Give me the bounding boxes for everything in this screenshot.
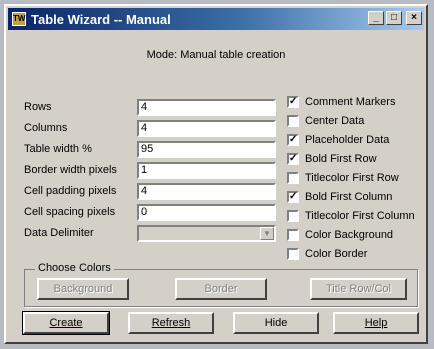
checkbox-box[interactable] bbox=[287, 210, 299, 222]
create-label: Create bbox=[49, 317, 83, 329]
border-color-button[interactable]: Border bbox=[175, 278, 267, 300]
border-width-label: Border width pixels bbox=[24, 164, 117, 176]
checkbox-titlecolor-first-row[interactable]: Titlecolor First Row bbox=[287, 172, 399, 184]
maximize-icon[interactable]: □ bbox=[386, 11, 402, 25]
minimize-icon[interactable]: _ bbox=[368, 11, 384, 25]
checkbox-bold-first-column[interactable]: ✓ Bold First Column bbox=[287, 191, 392, 203]
checkbox-label: Bold First Row bbox=[305, 153, 377, 165]
checkbox-center-data[interactable]: Center Data bbox=[287, 115, 364, 127]
hide-button[interactable]: Hide bbox=[233, 312, 319, 334]
choose-colors-title: Choose Colors bbox=[35, 262, 114, 274]
checkbox-label: Bold First Column bbox=[305, 191, 393, 203]
checkbox-label: Comment Markers bbox=[305, 96, 396, 108]
checkbox-box[interactable]: ✓ bbox=[287, 191, 299, 203]
checkbox-label: Titlecolor First Row bbox=[305, 172, 399, 184]
checkbox-label: Placeholder Data bbox=[305, 134, 390, 146]
border-width-field[interactable]: 1 bbox=[137, 162, 276, 179]
table-width-field[interactable]: 95 bbox=[137, 141, 276, 158]
window-title: Table Wizard -- Manual bbox=[31, 11, 171, 27]
checkbox-placeholder-data[interactable]: ✓ Placeholder Data bbox=[287, 134, 389, 146]
data-delimiter-dropdown[interactable]: ▼ bbox=[137, 225, 276, 242]
refresh-button[interactable]: Refresh bbox=[128, 312, 214, 334]
checkbox-color-background[interactable]: Color Background bbox=[287, 229, 393, 241]
checkbox-box[interactable] bbox=[287, 115, 299, 127]
help-label: Help bbox=[364, 317, 388, 329]
chevron-down-icon[interactable]: ▼ bbox=[260, 227, 274, 240]
app-icon: TW bbox=[12, 12, 26, 26]
checkbox-box[interactable]: ✓ bbox=[287, 153, 299, 165]
help-button[interactable]: Help bbox=[333, 312, 419, 334]
checkbox-comment-markers[interactable]: ✓ Comment Markers bbox=[287, 96, 395, 108]
cell-padding-field[interactable]: 4 bbox=[137, 183, 276, 200]
checkbox-box[interactable] bbox=[287, 248, 299, 260]
mode-label: Mode: Manual table creation bbox=[146, 49, 286, 61]
checkbox-label: Color Border bbox=[305, 248, 368, 260]
create-button[interactable]: Create bbox=[22, 311, 110, 335]
checkbox-label: Color Background bbox=[305, 229, 394, 241]
table-wizard-window: TW Table Wizard -- Manual _ □ × Mode: Ma… bbox=[4, 4, 428, 344]
rows-field[interactable]: 4 bbox=[137, 99, 276, 116]
rows-label: Rows bbox=[24, 101, 52, 113]
checkbox-box[interactable]: ✓ bbox=[287, 134, 299, 146]
checkbox-label: Center Data bbox=[305, 115, 365, 127]
title-bar[interactable]: TW Table Wizard -- Manual _ □ × bbox=[8, 8, 424, 30]
checkbox-box[interactable]: ✓ bbox=[287, 96, 299, 108]
table-width-label: Table width % bbox=[24, 143, 92, 155]
checkbox-bold-first-row[interactable]: ✓ Bold First Row bbox=[287, 153, 377, 165]
columns-field[interactable]: 4 bbox=[137, 120, 276, 137]
columns-label: Columns bbox=[24, 122, 68, 134]
checkbox-box[interactable] bbox=[287, 229, 299, 241]
checkbox-color-border[interactable]: Color Border bbox=[287, 248, 367, 260]
cell-spacing-label: Cell spacing pixels bbox=[24, 206, 116, 218]
background-color-button[interactable]: Background bbox=[37, 278, 129, 300]
close-icon[interactable]: × bbox=[406, 11, 422, 25]
checkbox-titlecolor-first-column[interactable]: Titlecolor First Column bbox=[287, 210, 415, 222]
choose-colors-group: Choose Colors Background Border Title Ro… bbox=[24, 262, 418, 307]
cell-padding-label: Cell padding pixels bbox=[24, 185, 117, 197]
refresh-label: Refresh bbox=[151, 317, 191, 329]
data-delimiter-label: Data Delimiter bbox=[24, 227, 94, 239]
hide-label: Hide bbox=[264, 317, 288, 329]
title-row-col-color-button[interactable]: Title Row/Col bbox=[310, 278, 407, 300]
cell-spacing-field[interactable]: 0 bbox=[137, 204, 276, 221]
checkbox-label: Titlecolor First Column bbox=[305, 210, 415, 222]
checkbox-box[interactable] bbox=[287, 172, 299, 184]
